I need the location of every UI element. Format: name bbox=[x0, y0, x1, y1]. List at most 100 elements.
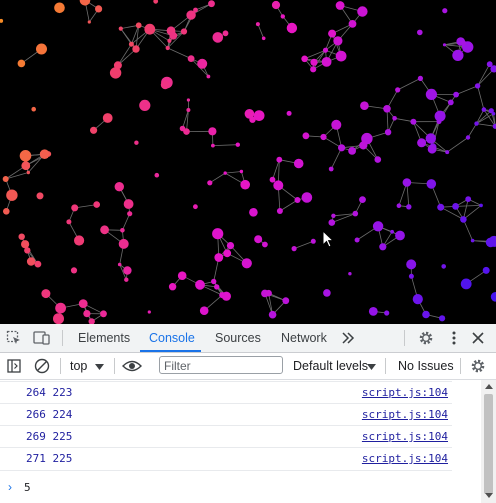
particle-node bbox=[310, 58, 318, 66]
particle-link bbox=[5, 172, 29, 180]
particle-node bbox=[460, 278, 472, 290]
kebab-menu-icon[interactable] bbox=[444, 328, 464, 348]
particle-node bbox=[422, 310, 430, 319]
particle-link bbox=[463, 219, 473, 241]
particle-node bbox=[223, 171, 227, 175]
close-icon[interactable] bbox=[468, 328, 488, 348]
particle-node bbox=[271, 0, 281, 10]
particle-node bbox=[102, 113, 113, 123]
log-message: 271 225 bbox=[26, 452, 73, 465]
particle-node bbox=[208, 127, 217, 136]
eye-icon[interactable] bbox=[122, 356, 142, 376]
particle-node bbox=[470, 238, 475, 243]
particle-link bbox=[257, 23, 265, 39]
log-source-link[interactable]: script.js:104 bbox=[362, 408, 448, 421]
prompt-chevron-icon: › bbox=[8, 480, 12, 494]
particle-link bbox=[225, 171, 242, 174]
context-selector[interactable]: top bbox=[70, 353, 87, 379]
tab-elements[interactable]: Elements bbox=[78, 324, 130, 352]
particle-node bbox=[41, 289, 51, 299]
console-input[interactable]: 5 bbox=[24, 481, 31, 494]
network-visualization bbox=[0, 0, 496, 324]
particle-node bbox=[354, 237, 360, 243]
particle-node bbox=[323, 289, 331, 297]
particle-node bbox=[269, 176, 276, 183]
particle-node bbox=[301, 192, 313, 203]
particle-node bbox=[211, 143, 215, 148]
particle-node bbox=[222, 30, 229, 37]
clear-console-icon[interactable] bbox=[32, 356, 52, 376]
log-message: 266 224 bbox=[26, 408, 73, 421]
particle-node bbox=[254, 235, 263, 244]
tab-sources[interactable]: Sources bbox=[215, 324, 261, 352]
particle-node bbox=[78, 299, 88, 308]
particle-node bbox=[286, 110, 292, 116]
particle-node bbox=[87, 20, 91, 24]
particle-link bbox=[455, 85, 478, 95]
log-levels-dropdown[interactable]: Default levels bbox=[293, 353, 368, 379]
particle-node bbox=[193, 7, 198, 13]
filter-field[interactable] bbox=[159, 356, 284, 374]
particle-node bbox=[384, 310, 390, 316]
console-toolbar: top Default levels No Issues bbox=[0, 353, 496, 380]
particle-node bbox=[460, 216, 467, 223]
particle-node bbox=[425, 133, 436, 144]
log-source-link[interactable]: script.js:104 bbox=[362, 430, 448, 443]
issues-counter[interactable]: No Issues bbox=[398, 353, 454, 379]
particle-node bbox=[214, 284, 220, 290]
particle-node bbox=[26, 170, 30, 175]
particle-node bbox=[124, 277, 129, 282]
particle-node bbox=[120, 228, 125, 233]
particle-link bbox=[397, 78, 421, 91]
log-source-link[interactable]: script.js:104 bbox=[362, 452, 448, 465]
filter-input[interactable] bbox=[160, 358, 284, 374]
particle-node bbox=[117, 262, 122, 267]
particle-node bbox=[488, 108, 494, 114]
particle-node bbox=[100, 310, 107, 318]
particle-node bbox=[21, 240, 30, 249]
inspect-icon[interactable] bbox=[4, 328, 24, 348]
particle-node bbox=[335, 1, 345, 10]
tab-network[interactable]: Network bbox=[281, 324, 327, 352]
particle-node bbox=[214, 253, 224, 262]
scroll-up-arrow-icon[interactable] bbox=[485, 384, 493, 389]
particle-canvas[interactable] bbox=[0, 0, 496, 324]
particle-node bbox=[34, 260, 42, 268]
particle-node bbox=[212, 228, 224, 240]
tab-console[interactable]: Console bbox=[149, 324, 195, 352]
particle-node bbox=[139, 99, 151, 111]
scrollbar-thumb[interactable] bbox=[484, 394, 493, 494]
particle-node bbox=[127, 211, 133, 217]
console-prompt[interactable]: › 5 bbox=[0, 477, 452, 499]
particle-node bbox=[219, 292, 226, 299]
sidebar-toggle-icon[interactable] bbox=[4, 356, 24, 376]
particle-node bbox=[262, 241, 268, 248]
particle-node bbox=[276, 156, 283, 163]
particle-node bbox=[328, 29, 337, 38]
particle-node bbox=[239, 169, 244, 174]
console-settings-icon[interactable] bbox=[468, 356, 488, 376]
settings-icon[interactable] bbox=[416, 328, 436, 348]
console-output[interactable]: 264 223 script.js:104 266 224 script.js:… bbox=[0, 380, 496, 503]
particle-node bbox=[479, 203, 483, 208]
console-scrollbar[interactable] bbox=[481, 380, 496, 503]
particle-node bbox=[26, 257, 36, 266]
particle-node bbox=[36, 192, 44, 200]
particle-node bbox=[177, 271, 187, 281]
particle-node bbox=[395, 230, 405, 241]
particle-node bbox=[70, 267, 78, 274]
particle-node bbox=[348, 147, 356, 155]
particle-node bbox=[235, 142, 240, 147]
log-source-link[interactable]: script.js:104 bbox=[362, 386, 448, 399]
more-tabs-icon[interactable] bbox=[338, 328, 358, 348]
device-toolbar-icon[interactable] bbox=[32, 328, 52, 348]
particle-node bbox=[357, 6, 368, 17]
dropdown-arrow-icon[interactable] bbox=[95, 353, 104, 379]
dropdown-arrow-icon[interactable] bbox=[367, 353, 376, 379]
particle-node bbox=[17, 59, 26, 68]
tabbar-divider bbox=[62, 330, 63, 346]
particle-node bbox=[331, 213, 336, 218]
scroll-down-arrow-icon[interactable] bbox=[485, 493, 493, 498]
particle-node bbox=[293, 158, 304, 169]
particle-node bbox=[392, 116, 397, 121]
